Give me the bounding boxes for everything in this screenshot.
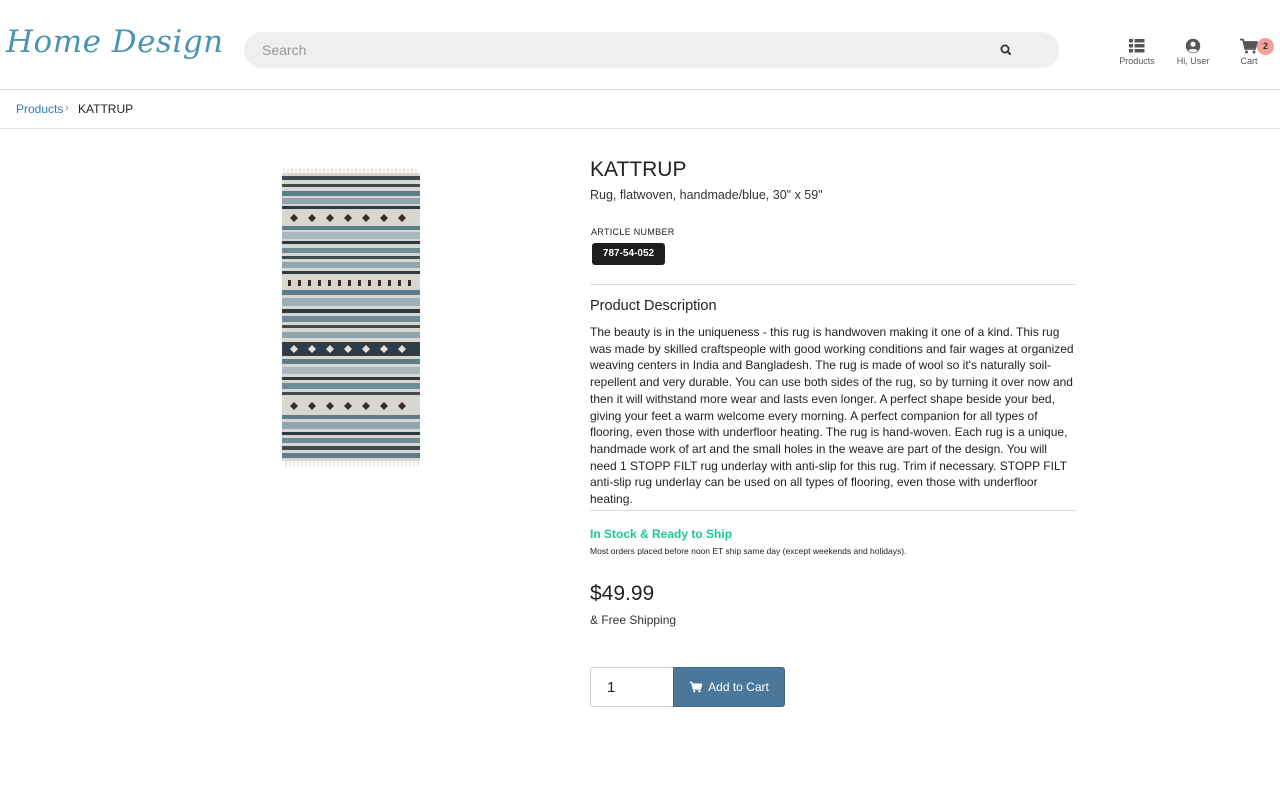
user-circle-icon	[1185, 38, 1201, 54]
breadcrumb-current: KATTRUP	[78, 102, 134, 116]
article-number-label: ARTICLE NUMBER	[591, 227, 675, 237]
breadcrumb: Products › KATTRUP	[0, 90, 1280, 129]
nav-products[interactable]: Products	[1107, 38, 1167, 66]
grid-list-icon	[1129, 39, 1145, 53]
nav-user-label: Hi, User	[1176, 56, 1210, 66]
product-subtitle: Rug, flatwoven, handmade/blue, 30" x 59"	[590, 188, 823, 202]
shipping-note: Most orders placed before noon ET ship s…	[590, 546, 907, 556]
article-number-badge: 787-54-052	[592, 243, 665, 265]
nav-products-label: Products	[1119, 56, 1155, 66]
product-title: KATTRUP	[590, 158, 687, 181]
shopping-cart-icon	[689, 681, 703, 693]
site-logo[interactable]: Home Design	[6, 24, 224, 60]
nav-cart-label: Cart	[1240, 56, 1258, 66]
breadcrumb-separator: ›	[65, 102, 69, 114]
section-divider	[590, 510, 1076, 511]
product-image	[278, 168, 428, 468]
shopping-cart-icon	[1240, 38, 1258, 54]
search-icon[interactable]	[996, 40, 1016, 60]
breadcrumb-products-link[interactable]: Products	[16, 102, 63, 116]
site-header: Home Design Products Hi, User	[0, 0, 1280, 90]
quantity-input[interactable]	[590, 667, 674, 707]
add-to-cart-label: Add to Cart	[708, 680, 769, 694]
add-to-cart-button[interactable]: Add to Cart	[673, 667, 785, 707]
description-text: The beauty is in the uniqueness - this r…	[590, 325, 1074, 507]
cart-count-badge: 2	[1257, 38, 1274, 55]
free-shipping-text: & Free Shipping	[590, 613, 677, 627]
search-bar	[244, 32, 1059, 68]
product-price: $49.99	[590, 582, 655, 605]
nav-user-account[interactable]: Hi, User	[1163, 38, 1223, 66]
description-heading: Product Description	[590, 298, 717, 314]
nav-cart[interactable]: 2 Cart	[1219, 38, 1279, 66]
section-divider	[590, 284, 1076, 285]
search-input[interactable]	[262, 32, 982, 68]
stock-status: In Stock & Ready to Ship	[590, 527, 733, 541]
